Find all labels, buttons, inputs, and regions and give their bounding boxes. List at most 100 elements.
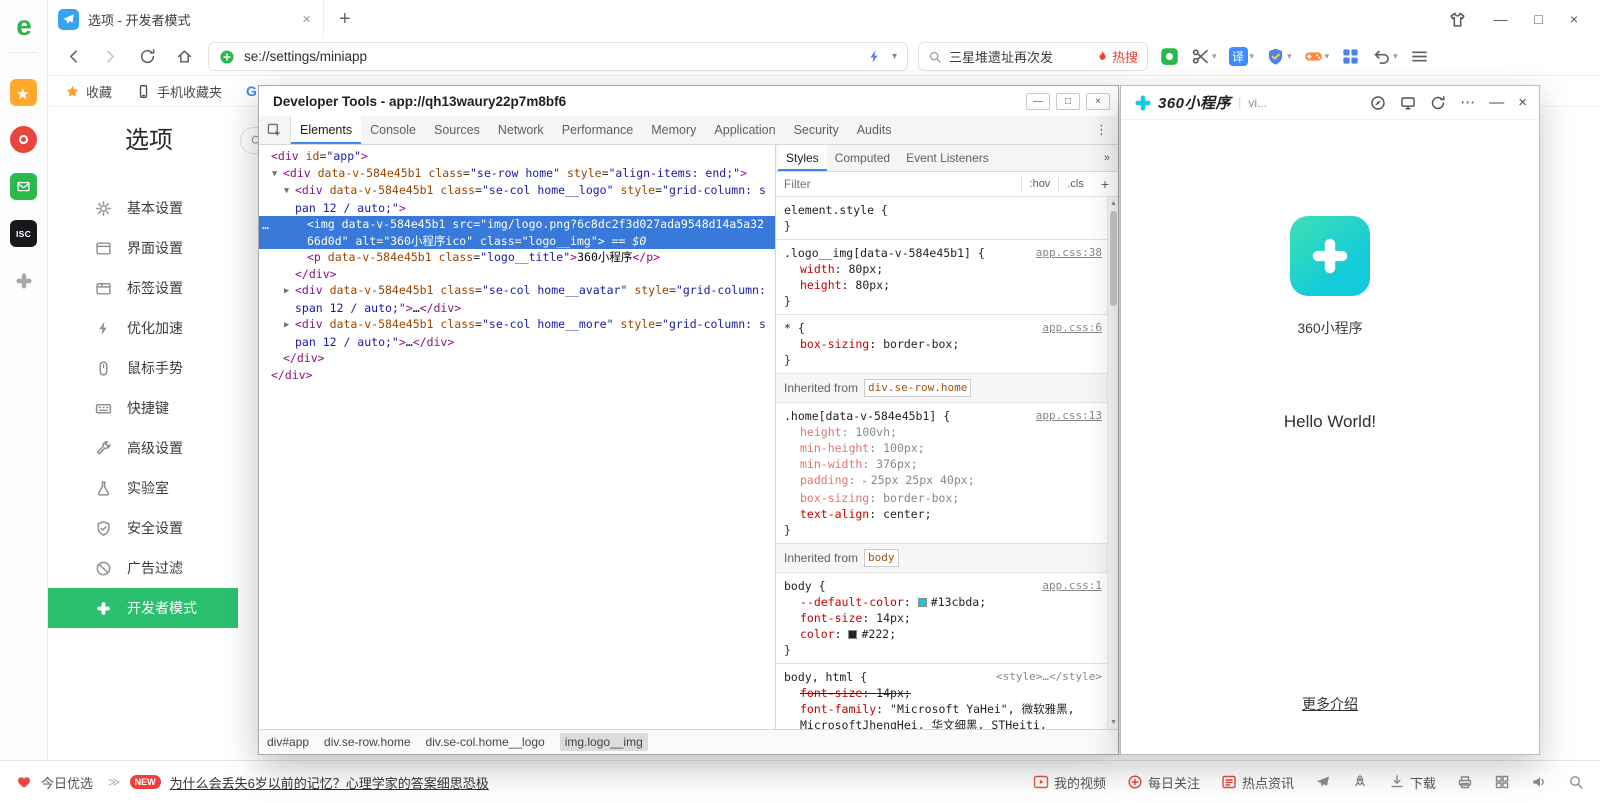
devtools-titlebar[interactable]: Developer Tools - app://qh13waury22p7m8b… <box>259 86 1118 116</box>
menu-button[interactable] <box>1410 47 1429 66</box>
theme-skin-icon[interactable] <box>1449 11 1466 28</box>
css-property[interactable]: padding: ▸25px 25px 40px; <box>784 472 1101 490</box>
devtools-maximize-button[interactable]: □ <box>1056 93 1080 110</box>
dom-node[interactable]: </div> <box>259 350 775 367</box>
search2-button[interactable] <box>1568 774 1584 790</box>
scroll-up-icon[interactable]: ▲ <box>1108 198 1118 209</box>
settings-menu-item[interactable]: 优化加速 <box>48 308 238 348</box>
inspect-element-button[interactable] <box>259 116 291 144</box>
close-icon[interactable]: × <box>1518 95 1527 110</box>
new-tab-button[interactable]: + <box>339 8 351 31</box>
search-box[interactable]: 三星堆遗址再次发 热搜 <box>918 42 1148 71</box>
breadcrumb-item[interactable]: img.logo__img <box>560 733 648 751</box>
settings-menu-item[interactable]: 安全设置 <box>48 508 238 548</box>
follow-button[interactable]: 每日关注 <box>1127 773 1200 792</box>
stylesheet-link[interactable]: app.css:38 <box>1036 245 1102 261</box>
shield-ext-button[interactable]: ▾ <box>1266 47 1292 66</box>
styles-overflow-icon[interactable]: » <box>1104 152 1118 164</box>
devtools-tab-security[interactable]: Security <box>785 116 848 144</box>
styles-tab-styles[interactable]: Styles <box>778 145 827 171</box>
stylesheet-link[interactable]: <style>…</style> <box>996 669 1102 685</box>
expand-shorthand-icon[interactable]: ▸ <box>862 477 867 487</box>
dom-node-selected[interactable]: …<img data-v-584e45b1 src="img/logo.png?… <box>259 216 775 249</box>
window-minimize-button[interactable]: — <box>1493 11 1507 27</box>
translate-button[interactable]: 译▾ <box>1229 47 1255 66</box>
bookmark-item[interactable]: 收藏 <box>65 82 112 101</box>
devtools-tab-application[interactable]: Application <box>705 116 784 144</box>
expand-arrow-icon[interactable]: ▶ <box>284 283 295 300</box>
apps-grid-button[interactable] <box>1341 47 1360 66</box>
settings-menu-item[interactable]: 高级设置 <box>48 428 238 468</box>
chevron-down-icon[interactable]: ▾ <box>892 51 897 62</box>
settings-menu-item[interactable]: 标签设置 <box>48 268 238 308</box>
printer-button[interactable] <box>1457 774 1473 790</box>
css-property[interactable]: font-size: 14px; <box>784 685 1101 701</box>
devtools-tab-network[interactable]: Network <box>489 116 553 144</box>
rocket-button[interactable] <box>1352 774 1368 790</box>
settings-menu-item[interactable]: 鼠标手势 <box>48 348 238 388</box>
css-property[interactable]: width: 80px; <box>784 261 1101 277</box>
more-actions-icon[interactable]: … <box>262 217 270 234</box>
css-property[interactable]: text-align: center; <box>784 506 1101 522</box>
home-button[interactable] <box>172 45 196 69</box>
dom-node[interactable]: ▶<div data-v-584e45b1 class="se-col home… <box>259 316 775 350</box>
gamepad-button[interactable]: ▾ <box>1304 47 1330 66</box>
lightning-icon[interactable] <box>867 49 882 64</box>
css-property[interactable]: font-family: "Microsoft YaHei", 微软雅黑, Mi… <box>784 701 1101 729</box>
css-property[interactable]: box-sizing: border-box; <box>784 336 1101 352</box>
grid2-button[interactable] <box>1494 774 1510 790</box>
url-text[interactable]: se://settings/miniapp <box>244 49 867 64</box>
window-maximize-button[interactable]: □ <box>1534 11 1542 27</box>
color-swatch[interactable] <box>848 630 857 639</box>
settings-menu-item[interactable]: 快捷键 <box>48 388 238 428</box>
breadcrumb-item[interactable]: div.se-col.home__logo <box>426 735 545 749</box>
tab-close-icon[interactable]: × <box>300 11 313 28</box>
scroll-down-icon[interactable]: ▼ <box>1108 717 1118 728</box>
dom-node[interactable]: <p data-v-584e45b1 class="logo__title">3… <box>259 249 775 266</box>
css-property[interactable]: min-height: 100px; <box>784 440 1101 456</box>
stylesheet-link[interactable]: app.css:13 <box>1036 408 1102 424</box>
hover-state-button[interactable]: :hov <box>1021 176 1059 193</box>
undo-button[interactable]: ▾ <box>1372 47 1398 66</box>
more-dots-icon[interactable]: ⋯ <box>1460 95 1475 110</box>
video-button[interactable]: 我的视频 <box>1033 773 1106 792</box>
styles-scrollbar[interactable]: ▲ ▼ <box>1107 197 1118 729</box>
breadcrumb-item[interactable]: div#app <box>267 735 309 749</box>
devtools-tab-elements[interactable]: Elements <box>291 116 361 144</box>
scissors-button[interactable]: ▾ <box>1191 47 1217 66</box>
back-button[interactable] <box>61 45 85 69</box>
rule-selector[interactable]: element.style { <box>784 202 1101 218</box>
devtools-tab-audits[interactable]: Audits <box>848 116 901 144</box>
red-app-icon[interactable] <box>10 126 37 153</box>
heart-icon[interactable] <box>16 774 32 790</box>
settings-menu-item[interactable]: 广告过滤 <box>48 548 238 588</box>
css-property[interactable]: color: #222; <box>784 626 1101 642</box>
compass-icon[interactable] <box>1370 95 1386 111</box>
styles-tab-event-listeners[interactable]: Event Listeners <box>898 145 997 171</box>
minimize-icon[interactable]: — <box>1489 95 1504 110</box>
green-app-button[interactable] <box>1160 47 1179 66</box>
browser-logo[interactable]: e <box>0 0 48 52</box>
css-property[interactable]: box-sizing: border-box; <box>784 490 1101 506</box>
css-property[interactable]: min-width: 376px; <box>784 456 1101 472</box>
css-property[interactable]: height: 80px; <box>784 277 1101 293</box>
inherited-node-link[interactable]: div.se-row.home <box>864 379 971 397</box>
settings-menu-item[interactable]: 开发者模式 <box>48 588 238 628</box>
dom-node[interactable]: </div> <box>259 266 775 283</box>
miniapp-gray-icon[interactable] <box>10 267 37 294</box>
styles-tab-computed[interactable]: Computed <box>827 145 898 171</box>
window-close-button[interactable]: × <box>1570 11 1578 27</box>
class-toggle-button[interactable]: .cls <box>1058 176 1092 193</box>
download-button[interactable]: 下载 <box>1389 773 1436 792</box>
css-property[interactable]: height: 100vh; <box>784 424 1101 440</box>
speaker-button[interactable] <box>1531 774 1547 790</box>
dom-node[interactable]: ▶<div data-v-584e45b1 class="se-col home… <box>259 282 775 316</box>
miniapp-titlebar[interactable]: 360小程序 | vi... ⋯—× <box>1121 86 1539 120</box>
breadcrumb-item[interactable]: div.se-row.home <box>324 735 410 749</box>
monitor-icon[interactable] <box>1400 95 1416 111</box>
more-intro-link[interactable]: 更多介绍 <box>1121 694 1539 714</box>
devtools-minimize-button[interactable]: — <box>1026 93 1050 110</box>
browser-tab[interactable]: 选项 - 开发者模式 × <box>48 0 324 38</box>
mail-app-icon[interactable] <box>10 173 37 200</box>
dom-node[interactable]: </div> <box>259 367 775 384</box>
